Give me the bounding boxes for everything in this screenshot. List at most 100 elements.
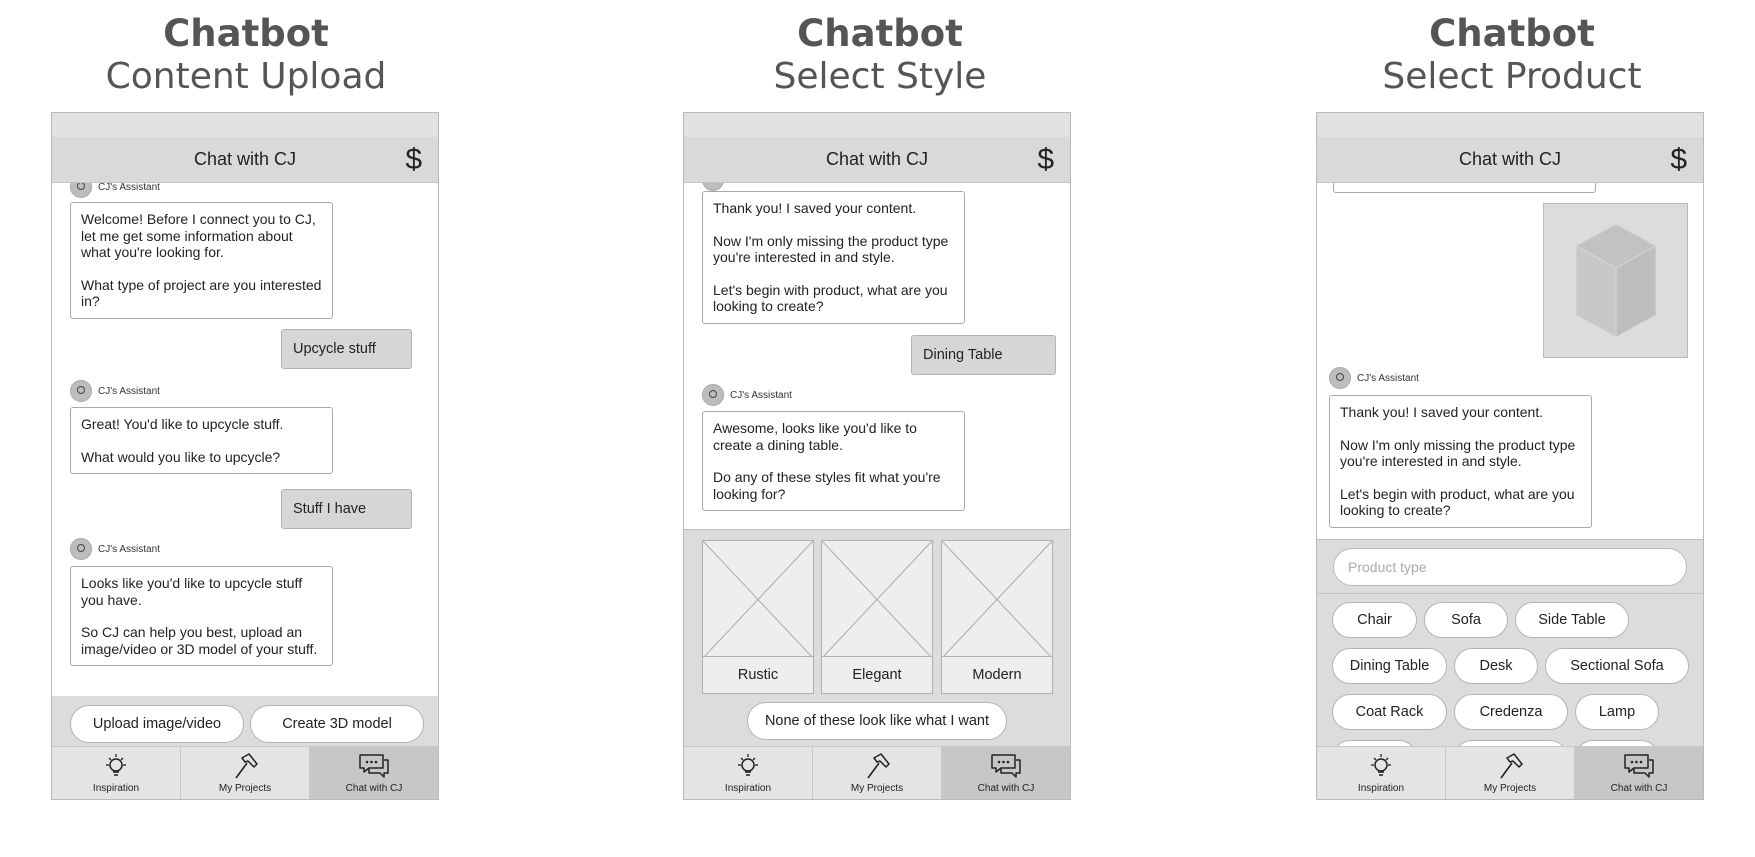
style-picker: Rustic Elegant Modern None of these look… <box>684 529 1070 750</box>
cube-icon <box>1574 223 1658 338</box>
header-title: Chat with CJ <box>1458 149 1562 169</box>
product-chip-coat-rack[interactable]: Coat Rack <box>1332 694 1447 730</box>
uploaded-3d-model[interactable] <box>1543 203 1688 358</box>
avatar-icon <box>70 183 92 198</box>
divider <box>1317 593 1703 594</box>
nav-label: My Projects <box>1483 783 1537 794</box>
phone-select-product: Chat with CJ $ CJ's Assistant Thank you!… <box>1316 112 1704 800</box>
chat-bubbles-icon <box>359 754 389 778</box>
message-text: Now I'm only missing the product type yo… <box>713 232 949 266</box>
chat-header: Chat with CJ $ <box>684 137 1070 183</box>
assistant-label: CJ's Assistant <box>702 384 792 406</box>
message-text: Looks like you'd like to upcycle stuff y… <box>81 575 303 608</box>
style-option-modern[interactable]: Modern <box>941 540 1053 694</box>
product-chip-sofa[interactable]: Sofa <box>1424 602 1508 638</box>
product-chip-credenza[interactable]: Credenza <box>1454 694 1568 730</box>
nav-label: My Projects <box>218 783 272 794</box>
assistant-name: CJ's Assistant <box>98 543 160 555</box>
nav-label: Inspiration <box>92 783 140 794</box>
status-bar <box>1317 113 1703 138</box>
screen-subtitle: Select Product <box>1382 55 1642 97</box>
nav-item-chat-with-cj[interactable]: Chat with CJ <box>942 747 1070 799</box>
assistant-name: CJ's Assistant <box>98 183 160 193</box>
bot-message: Welcome! Before I connect you to CJ, let… <box>70 202 333 319</box>
screen-title: Chatbot <box>1429 12 1595 55</box>
style-label: Elegant <box>822 656 932 693</box>
nav-item-inspiration[interactable]: Inspiration <box>1317 747 1446 799</box>
message-text: Now I'm only missing the product type yo… <box>1340 436 1576 470</box>
upload-image-video-button[interactable]: Upload image/video <box>70 705 244 743</box>
bot-message: Great! You'd like to upcycle stuff. What… <box>70 407 333 474</box>
product-type-input[interactable]: Product type <box>1333 548 1687 586</box>
product-chip-dining-table[interactable]: Dining Table <box>1332 648 1447 684</box>
status-bar <box>52 113 438 138</box>
style-option-rustic[interactable]: Rustic <box>702 540 814 694</box>
screen-subtitle: Select Style <box>773 55 987 97</box>
chat-area[interactable]: CJ's Assistant Thank you! I saved your c… <box>1317 183 1703 539</box>
avatar-icon <box>702 384 724 406</box>
screen-title: Chatbot <box>163 12 329 55</box>
bot-message: Awesome, looks like you'd like to create… <box>702 411 965 511</box>
screen-title-select-product: Chatbot Select Product <box>1302 12 1722 97</box>
hammer-icon <box>1500 753 1523 779</box>
message-text: What would you like to upcycle? <box>81 448 281 465</box>
avatar-icon <box>702 183 724 191</box>
assistant-label: CJ's Assistant <box>70 183 160 198</box>
product-chip-side-table[interactable]: Side Table <box>1515 602 1629 638</box>
chat-header: Chat with CJ $ <box>1317 137 1703 183</box>
dollar-icon[interactable]: $ <box>405 143 422 177</box>
dollar-icon[interactable]: $ <box>1670 143 1687 177</box>
message-text: Let's begin with product, what are you l… <box>713 281 948 315</box>
chat-area[interactable]: Thank you! I saved your content. Now I'm… <box>684 183 1070 529</box>
header-title: Chat with CJ <box>193 149 297 169</box>
image-placeholder-icon <box>822 541 932 658</box>
chat-bubbles-icon <box>1624 754 1654 778</box>
assistant-label <box>702 183 730 191</box>
message-text: Let's begin with product, what are you l… <box>1340 485 1575 519</box>
screen-title-select-style: Chatbot Select Style <box>670 12 1090 97</box>
chat-header: Chat with CJ $ <box>52 137 438 183</box>
nav-label: Inspiration <box>1357 783 1405 794</box>
bot-message <box>1333 183 1596 193</box>
status-bar <box>684 113 1070 138</box>
nav-item-inspiration[interactable]: Inspiration <box>684 747 813 799</box>
message-text: Thank you! I saved your content. <box>1340 404 1544 420</box>
message-text: Welcome! Before I connect you to CJ, let… <box>81 211 316 260</box>
screen-title-content-upload: Chatbot Content Upload <box>36 12 456 97</box>
phone-select-style: Chat with CJ $ Thank you! I saved your c… <box>683 112 1071 800</box>
assistant-name: CJ's Assistant <box>98 385 160 397</box>
none-of-these-button[interactable]: None of these look like what I want <box>747 702 1007 740</box>
dollar-icon[interactable]: $ <box>1037 143 1054 177</box>
nav-item-inspiration[interactable]: Inspiration <box>52 747 181 799</box>
bottom-nav: Inspiration My Projects Chat with CJ <box>1317 746 1703 799</box>
phone-content-upload: Chat with CJ $ CJ's Assistant Welcome! B… <box>51 112 439 800</box>
lightbulb-icon <box>106 754 126 776</box>
action-tray: Upload image/video Create 3D model <box>52 696 438 748</box>
screen-title: Chatbot <box>797 12 963 55</box>
message-text: What type of project are you interested … <box>81 276 322 310</box>
image-placeholder-icon <box>942 541 1052 658</box>
style-option-elegant[interactable]: Elegant <box>821 540 933 694</box>
user-message: Stuff I have <box>281 489 412 529</box>
message-text: Great! You'd like to upcycle stuff. <box>81 416 284 432</box>
nav-label: Chat with CJ <box>1610 783 1668 794</box>
assistant-label: CJ's Assistant <box>70 380 160 402</box>
nav-item-chat-with-cj[interactable]: Chat with CJ <box>1575 747 1703 799</box>
create-3d-model-button[interactable]: Create 3D model <box>250 705 424 743</box>
product-chip-lamp[interactable]: Lamp <box>1575 694 1659 730</box>
nav-item-chat-with-cj[interactable]: Chat with CJ <box>310 747 438 799</box>
bottom-nav: Inspiration My Projects Chat with CJ <box>684 746 1070 799</box>
message-text: Awesome, looks like you'd like to create… <box>713 420 917 453</box>
hammer-icon <box>235 753 258 779</box>
user-message: Upcycle stuff <box>281 329 412 369</box>
user-message: Dining Table <box>911 335 1056 375</box>
product-chip-sectional-sofa[interactable]: Sectional Sofa <box>1545 648 1689 684</box>
nav-item-my-projects[interactable]: My Projects <box>813 747 942 799</box>
product-chip-desk[interactable]: Desk <box>1454 648 1538 684</box>
chat-bubbles-icon <box>991 754 1021 778</box>
nav-item-my-projects[interactable]: My Projects <box>1446 747 1575 799</box>
screen-subtitle: Content Upload <box>105 55 387 97</box>
nav-item-my-projects[interactable]: My Projects <box>181 747 310 799</box>
product-chip-chair[interactable]: Chair <box>1332 602 1417 638</box>
message-text: So CJ can help you best, upload an image… <box>81 624 318 657</box>
